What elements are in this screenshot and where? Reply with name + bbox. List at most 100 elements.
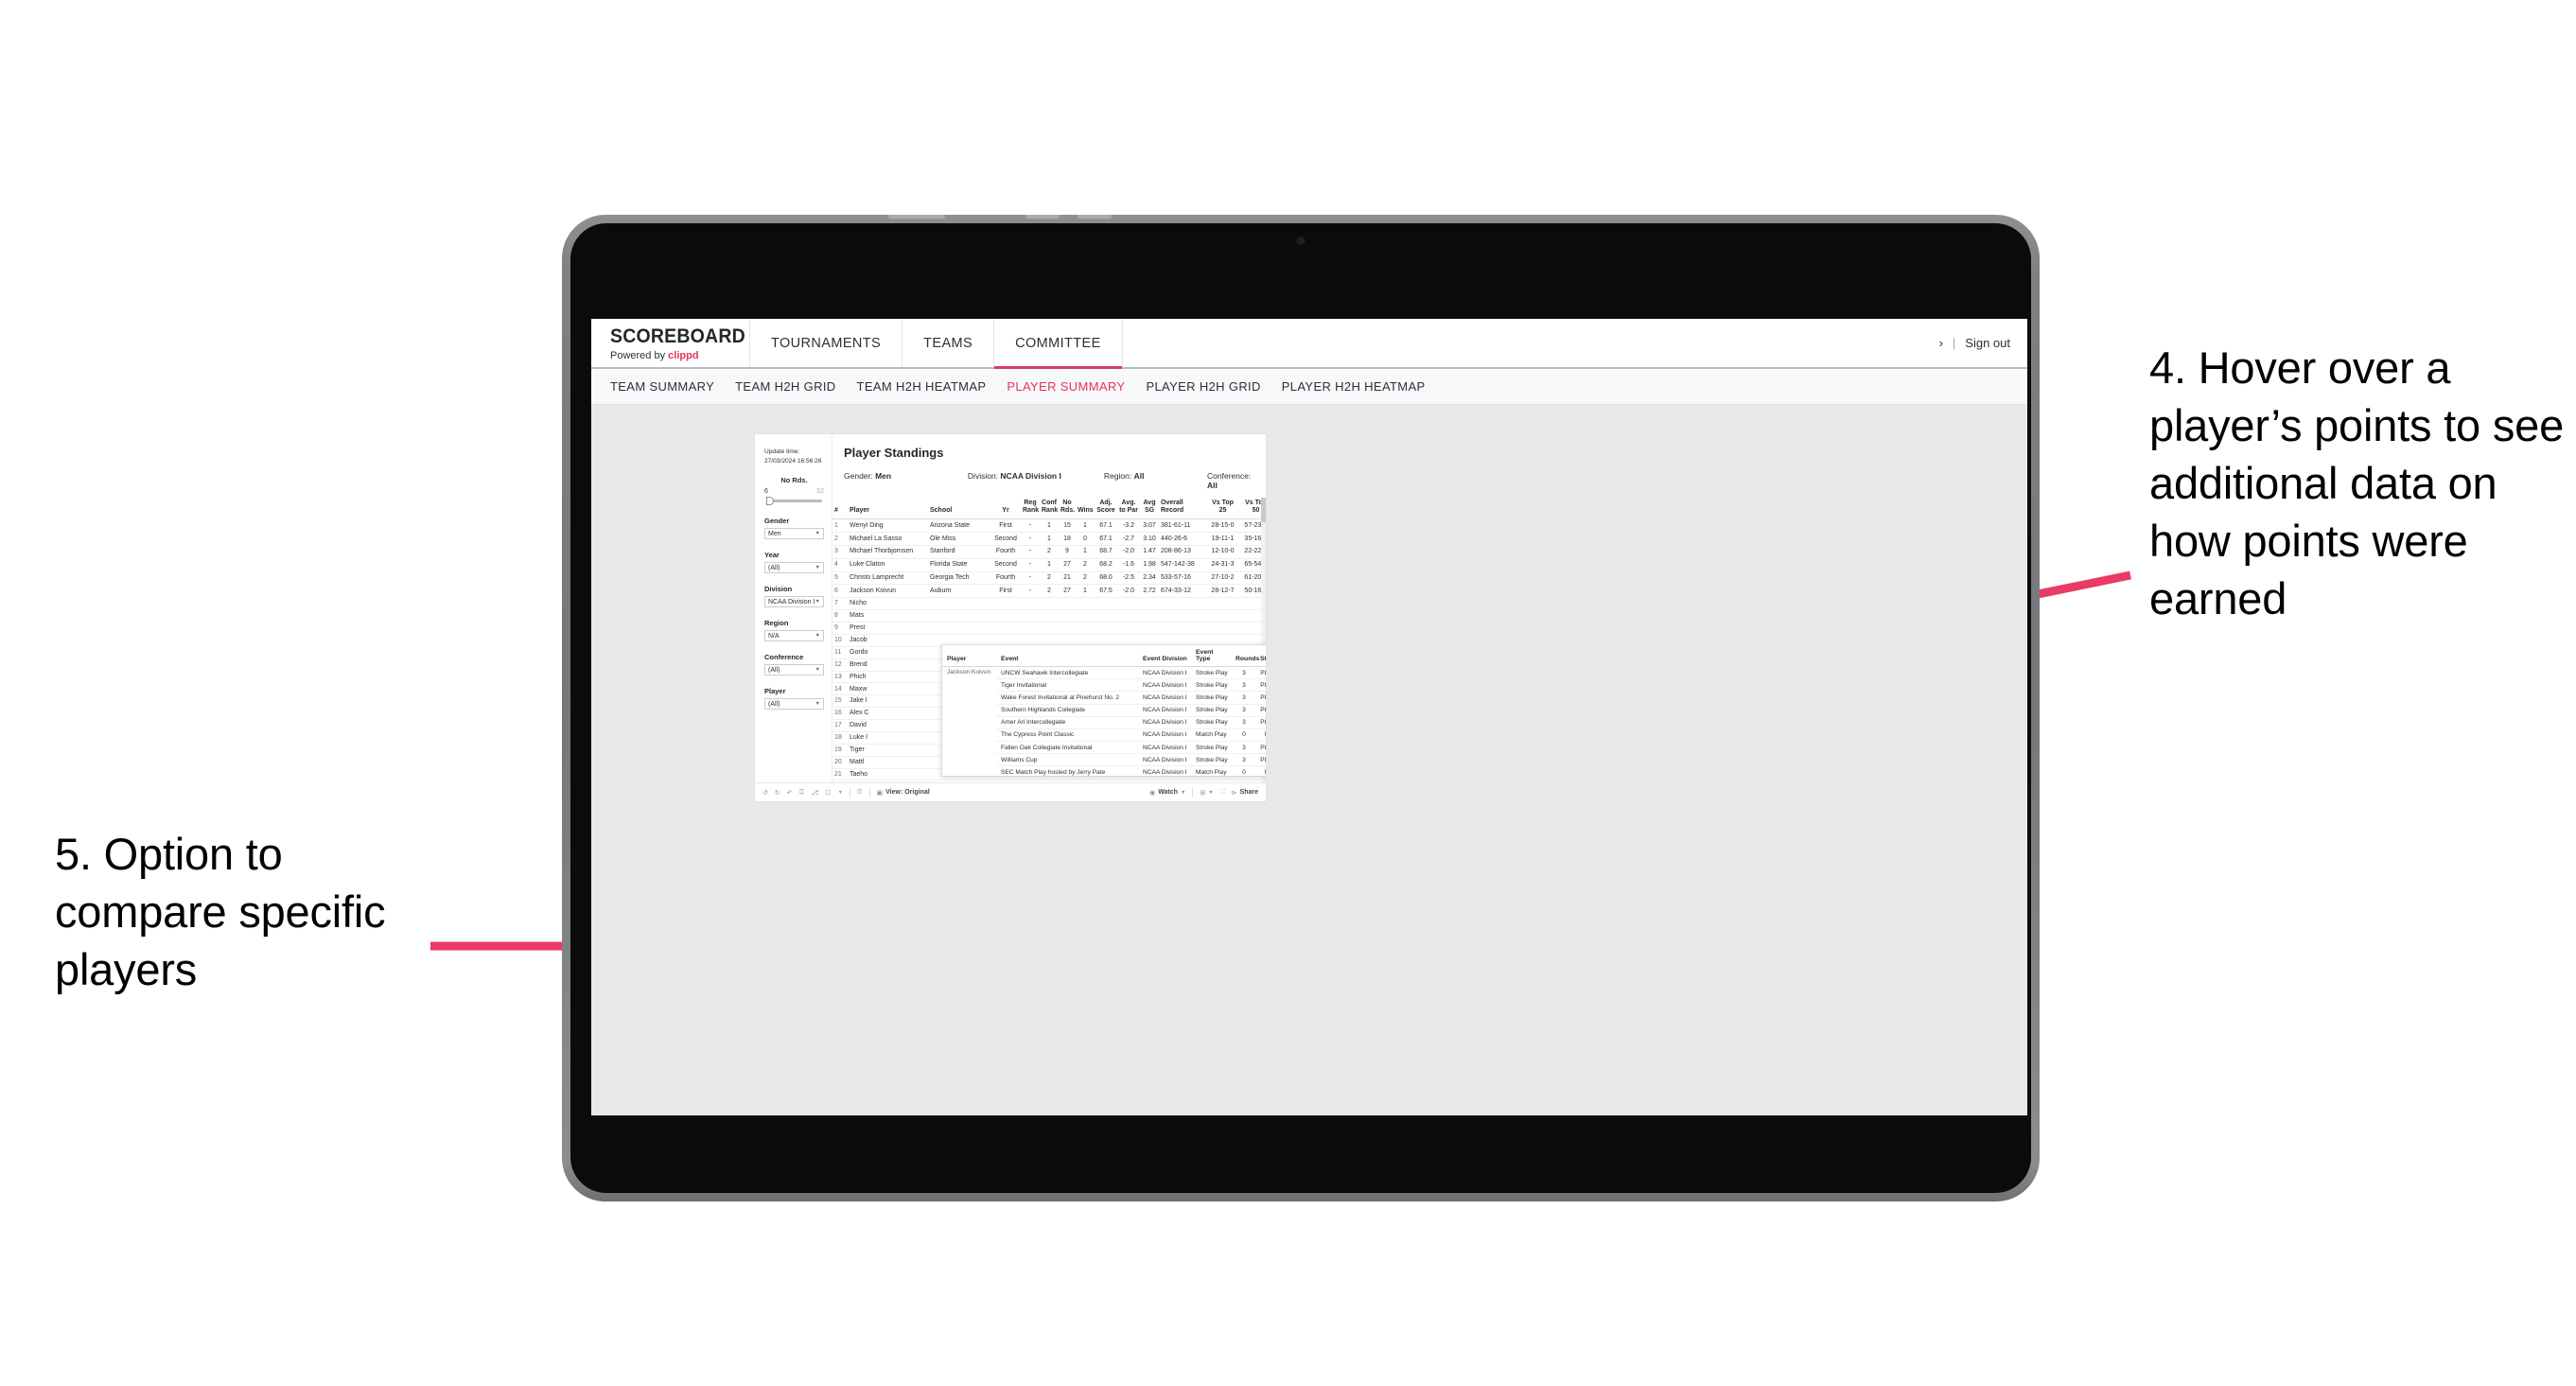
cell-reg-rank: - (1021, 532, 1040, 546)
cell-adj-score: 67.1 (1095, 518, 1117, 533)
cell-vs-top-25: 28-15-0 (1206, 518, 1239, 533)
nav-item-teams[interactable]: TEAMS (902, 319, 995, 367)
cell-: 3 (832, 545, 848, 559)
cell-player: Brend (848, 658, 928, 672)
cell-avg-to-par (1117, 609, 1140, 623)
tab-team-h2h-heatmap[interactable]: TEAM H2H HEATMAP (857, 379, 1008, 394)
tooltip-body: Jackson Koivun UNCW Seahawk Intercollegia… (942, 666, 1266, 776)
tab-player-summary[interactable]: PLAYER SUMMARY (1007, 379, 1146, 394)
share-button[interactable]: ⊳ Share (1232, 789, 1258, 797)
cell-overall-record: 381-61-11 (1159, 518, 1206, 533)
watch-label: Watch (1158, 789, 1178, 796)
col-header-yr[interactable]: Yr (990, 498, 1021, 520)
tablet-side-button-2 (562, 675, 566, 718)
zoom-icon[interactable]: ☐ (825, 789, 831, 797)
tooltip-cell-event-type: Stroke Play (1191, 753, 1231, 767)
download-button[interactable]: ⊞ ▼ (1200, 789, 1213, 797)
cell-avg-to-par: -2.0 (1117, 545, 1140, 559)
refresh-data-icon[interactable]: ⎅ (799, 789, 805, 797)
col-header-vs-top-25[interactable]: Vs Top 25 (1206, 498, 1239, 520)
col-header-player[interactable]: Player (848, 498, 928, 520)
revert-icon[interactable]: ↶ (787, 789, 793, 797)
cell-avg-to-par: -2.0 (1117, 584, 1140, 599)
history-icon[interactable]: ⏱ (857, 789, 862, 797)
meta-region-value: All (1133, 471, 1145, 481)
cell-player: Ian Gilligan (848, 780, 928, 782)
table-row[interactable]: 8 Mats (832, 609, 1266, 623)
cell-avg-sg: 1.43 (1140, 780, 1159, 782)
nav-item-committee[interactable]: COMMITTEE (994, 319, 1123, 369)
cell-reg-rank (1021, 597, 1040, 611)
filter-year-select[interactable]: (All) ▼ (764, 562, 824, 573)
col-header-wins[interactable]: Wins (1076, 498, 1095, 520)
filter-player-select[interactable]: (All) ▼ (764, 698, 824, 710)
tab-player-h2h-grid[interactable]: PLAYER H2H GRID (1146, 379, 1281, 394)
filter-year-value: (All) (768, 564, 780, 571)
table-row[interactable]: 3 Michael Thorbjornsen Stanford Fourth -2 9 1 6… (832, 545, 1266, 559)
cell-player: Jackson Koivun (848, 584, 928, 599)
col-header-[interactable]: # (832, 498, 848, 520)
tooltip-cell-event: Williams Cup (996, 753, 1138, 767)
tooltip-cell-rounds: 0 (1231, 728, 1255, 743)
col-header-no-rds[interactable]: No Rds. (1059, 498, 1076, 520)
filter-conference-select[interactable]: (All) ▼ (764, 664, 824, 675)
tooltip-row: Jackson Koivun UNCW Seahawk Intercollegia… (942, 666, 1266, 680)
tooltip-cell-rounds: 3 (1231, 678, 1255, 693)
col-header-adj-score[interactable]: Adj. Score (1095, 498, 1117, 520)
undo-icon[interactable]: ↺ (762, 789, 768, 797)
nav-item-tournaments[interactable]: TOURNAMENTS (750, 319, 903, 367)
tab-team-summary[interactable]: TEAM SUMMARY (610, 379, 735, 394)
table-row[interactable]: 22Ian GilliganFloridaThird-1024168.7-0.8… (832, 780, 1266, 782)
col-header-overall-record[interactable]: Overall Record (1159, 498, 1206, 520)
cell-school: Georgia Tech (928, 571, 990, 586)
col-header-reg-rank[interactable]: Reg Rank (1021, 498, 1040, 520)
fullscreen-icon[interactable]: ⛶ (1220, 789, 1225, 797)
tooltip-cell-status: PLAYED (1255, 678, 1266, 693)
tooltip-cell-event-type: Stroke Play (1191, 691, 1231, 705)
tab-player-h2h-heatmap[interactable]: PLAYER H2H HEATMAP (1282, 379, 1446, 394)
page-title: Player Standings (844, 446, 944, 460)
standings-table-wrap: # Player School Yr Reg Rank Conf Rank No Rds. Wins… (832, 498, 1266, 782)
table-row[interactable]: 6 Jackson Koivun Auburn First -2 27 1 67.5 -2.0 2… (832, 584, 1266, 599)
cell-: 8 (832, 609, 848, 623)
tooltip-cell-status: PLAYED (1255, 716, 1266, 729)
table-row[interactable]: 7 Nicho (832, 597, 1266, 611)
cell-yr: First (990, 584, 1021, 599)
no-rounds-slider[interactable] (764, 497, 824, 505)
user-chevron-icon[interactable]: › (1939, 336, 1943, 350)
col-header-avg-sg[interactable]: Avg SG (1140, 498, 1159, 520)
tab-team-h2h-grid[interactable]: TEAM H2H GRID (735, 379, 856, 394)
toolbar-divider-3 (1192, 787, 1194, 798)
cell-vs-top-25: 14-26-1 (1206, 780, 1239, 782)
col-header-conf-rank[interactable]: Conf Rank (1040, 498, 1059, 520)
filter-region-select[interactable]: N/A ▼ (764, 630, 824, 641)
cell-vs-top-25: 19-11-1 (1206, 532, 1239, 546)
table-row[interactable]: 2 Michael La Sasso Ole Miss Second -1 18 0 67.1… (832, 532, 1266, 546)
view-original-button[interactable]: ▣ View: Original (877, 789, 930, 797)
redo-icon[interactable]: ↻ (775, 789, 780, 797)
cell-conf-rank: 2 (1040, 571, 1059, 586)
table-row[interactable]: 9 Prest (832, 622, 1266, 635)
filter-division-select[interactable]: NCAA Division I ▼ (764, 596, 824, 607)
col-header-school[interactable]: School (928, 498, 990, 520)
cell-player: Jake I (848, 694, 928, 709)
cell-overall-record (1159, 597, 1206, 611)
tooltip-cell-rounds: 3 (1231, 666, 1255, 680)
chevron-down-icon[interactable]: ▼ (838, 790, 843, 796)
brand-logo[interactable]: SCOREBOARD Powered by clippd (591, 319, 750, 367)
watch-button[interactable]: ◉ Watch ▼ (1149, 789, 1185, 797)
filter-division-label: Division (764, 585, 793, 593)
slider-handle[interactable] (766, 497, 774, 505)
table-row[interactable]: 5 Christo Lamprecht Georgia Tech Fourth -2 21… (832, 571, 1266, 586)
cell-adj-score: 68.2 (1095, 558, 1117, 572)
pause-updates-icon[interactable]: ⎇ (811, 789, 818, 797)
sign-out-button[interactable]: Sign out (1965, 336, 2010, 350)
filter-gender-select[interactable]: Men ▼ (764, 528, 824, 539)
table-row[interactable]: 1 Wenyi Ding Arizona State First -1 15 1 67.1 -3… (832, 518, 1266, 533)
cell-yr: Second (990, 558, 1021, 572)
scrollbar-thumb[interactable] (1261, 498, 1266, 522)
cell-conf-rank: 10 (1040, 780, 1059, 782)
col-header-avg-to-par[interactable]: Avg. to Par (1117, 498, 1140, 520)
cell-player: Jacob (848, 634, 928, 647)
table-row[interactable]: 4 Luke Claton Florida State Second -1 27 2 68.2… (832, 558, 1266, 572)
